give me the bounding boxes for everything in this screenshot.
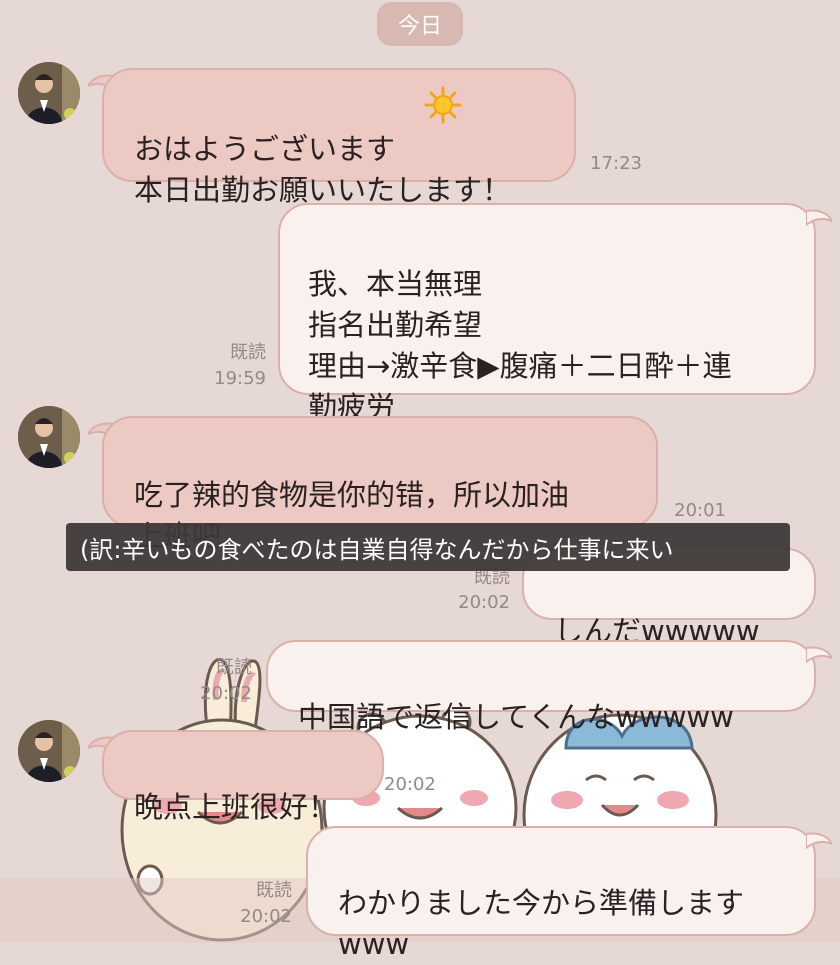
message-text: わかりました今から準備します www <box>338 886 745 961</box>
message-bubble-incoming[interactable]: 吃了辣的食物是你的错，所以加油 上班吧 <box>102 416 658 553</box>
message-text: 晩点上班很好！ <box>134 790 338 824</box>
message-time: 20:01 <box>674 500 726 521</box>
bubble-tail-icon <box>806 209 832 227</box>
avatar[interactable] <box>18 406 80 468</box>
bubble-tail-icon <box>806 832 832 850</box>
message-time: 20:02 <box>240 906 292 927</box>
message-bubble-incoming[interactable]: 晩点上班很好！ <box>102 730 384 824</box>
read-receipt: 既読 <box>216 657 252 678</box>
sun-emoji-icon <box>424 86 462 124</box>
date-divider: 今日 <box>377 2 463 46</box>
message-time: 20:02 <box>384 774 436 795</box>
message-bubble-outgoing[interactable]: わかりました今から準備します www <box>306 826 816 961</box>
message-time: 20:02 <box>200 683 252 704</box>
avatar[interactable] <box>18 62 80 124</box>
avatar-icon <box>18 720 80 782</box>
avatar[interactable] <box>18 720 80 782</box>
translation-subtitle: (訳:辛いもの食べたのは自業自得なんだから仕事に来い <box>66 523 790 571</box>
message-bubble-outgoing[interactable]: 我、本当無理 指名出勤希望 理由→激辛食▶腹痛＋二日酔＋連 勤疲労 <box>278 203 816 424</box>
avatar-icon <box>18 62 80 124</box>
bubble-tail-icon <box>806 646 832 664</box>
message-text: おはようございます 本日出勤お願いいたします！ <box>134 132 512 207</box>
message-text: 中国語で返信してくんなwwwww <box>298 700 734 734</box>
message-time: 19:59 <box>214 368 266 389</box>
message-time: 17:23 <box>590 153 642 174</box>
message-bubble-outgoing[interactable]: 中国語で返信してくんなwwwww <box>266 640 816 734</box>
message-time: 20:02 <box>458 592 510 613</box>
message-text: 我、本当無理 指名出勤希望 理由→激辛食▶腹痛＋二日酔＋連 勤疲労 <box>308 267 732 424</box>
read-receipt: 既読 <box>230 342 266 363</box>
message-bubble-incoming[interactable]: おはようございます 本日出勤お願いいたします！ <box>102 68 576 207</box>
avatar-icon <box>18 406 80 468</box>
read-receipt: 既読 <box>256 880 292 901</box>
